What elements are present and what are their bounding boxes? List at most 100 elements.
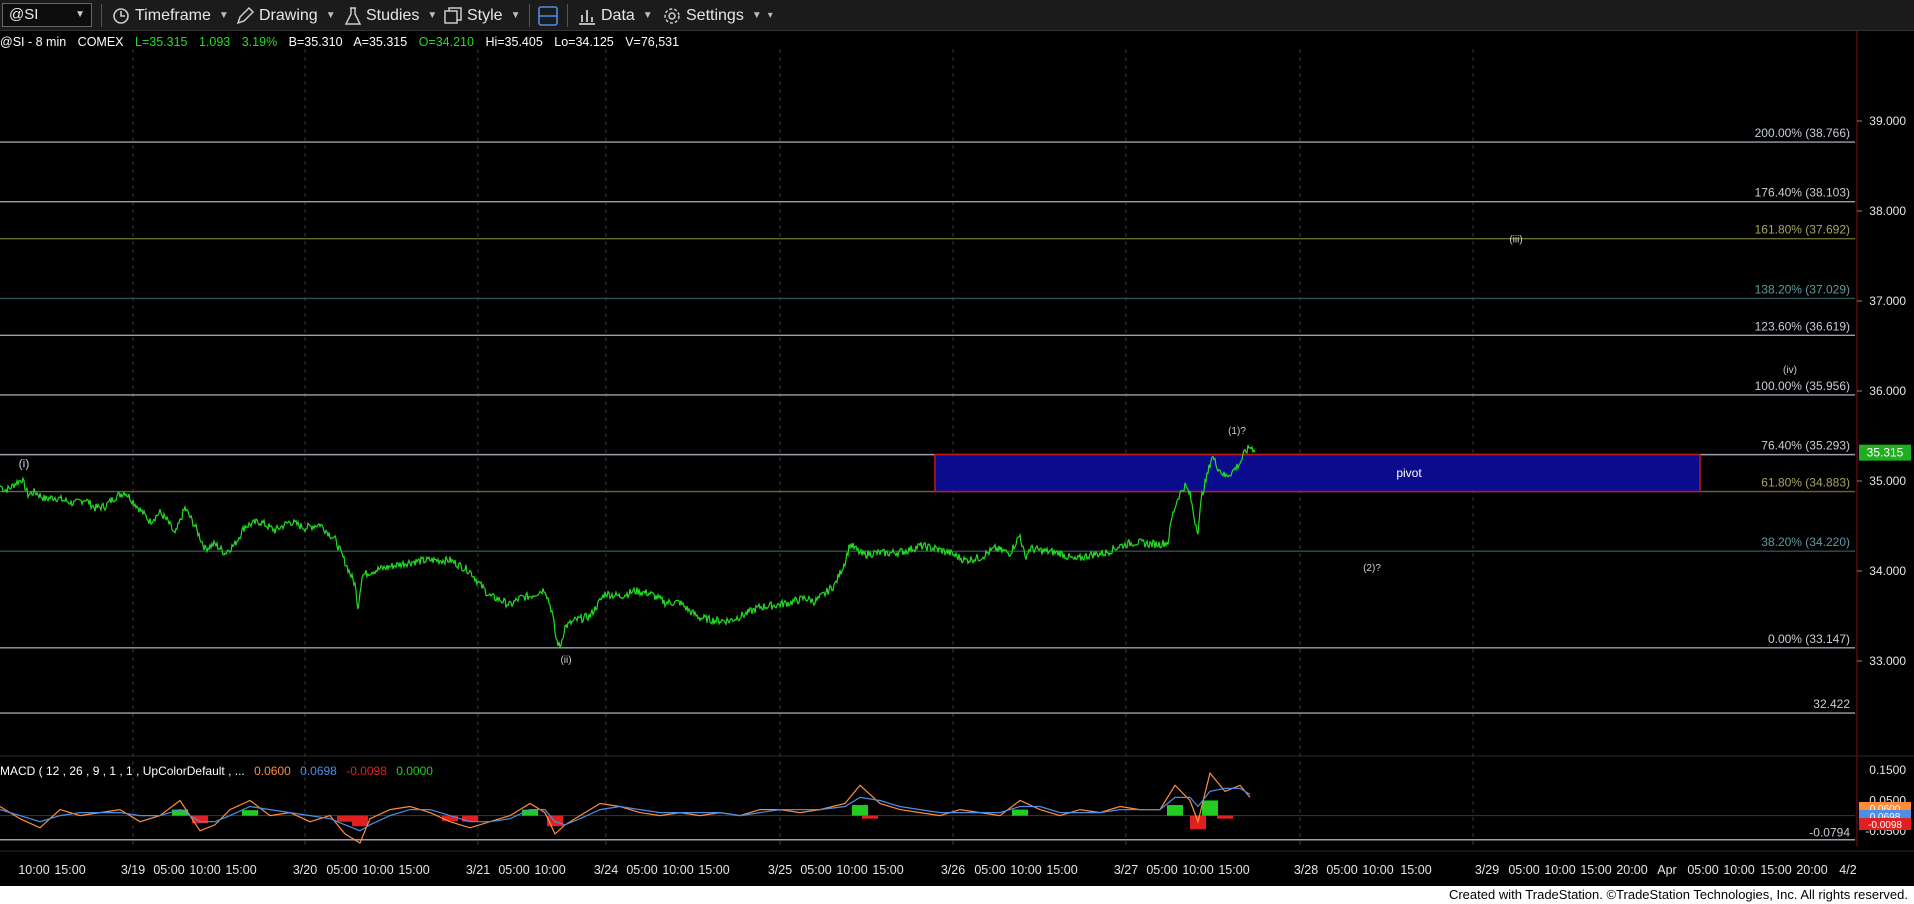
macd-axis-label: 0.1500 (1869, 763, 1906, 777)
overflow-caret-icon: ▾ (767, 10, 773, 21)
histogram-bar (242, 810, 258, 816)
studies-button[interactable]: Studies ▼ (344, 0, 437, 31)
histogram-bar (1167, 805, 1183, 816)
time-label: 05:00 (498, 863, 529, 877)
histogram-bar (862, 815, 878, 819)
zero-value: 0.0000 (396, 764, 433, 778)
flask-icon (344, 6, 362, 25)
histogram-bar (352, 815, 368, 827)
fibonacci-levels: 200.00% (38.766) 176.40% (38.103) 161.80% … (0, 126, 1855, 714)
macd-value-label: -0.0098 (1868, 820, 1902, 831)
wave-labels: (i) (ii) (1)? (2)? (iii) (iv) (19, 235, 1797, 666)
chevron-down-icon: ▼ (325, 10, 336, 21)
symbol-input[interactable]: @SI ▼ (2, 3, 92, 27)
wave-label: (2)? (1363, 563, 1381, 574)
time-label: 15:00 (1046, 863, 1077, 877)
high-price: Hi=35.405 (485, 35, 542, 49)
pencil-icon (236, 6, 255, 24)
time-label: 05:00 (1146, 863, 1177, 877)
time-label: 3/27 (1114, 863, 1138, 877)
histogram-bar (1202, 800, 1218, 816)
time-label: 15:00 (1580, 863, 1611, 877)
timeframe-label: Timeframe (135, 6, 211, 24)
timeframe-button[interactable]: Timeframe ▼ (111, 0, 229, 31)
time-label: 3/24 (594, 863, 618, 877)
axis-label: 38.000 (1869, 204, 1906, 218)
toolbar-separator (529, 4, 530, 27)
open-price: O=34.210 (419, 35, 474, 49)
fib-label: 123.60% (36.619) (1755, 319, 1850, 333)
layout-button[interactable] (537, 0, 563, 31)
style-icon (444, 6, 462, 24)
histogram-bar (442, 815, 458, 822)
time-label: 05:00 (626, 863, 657, 877)
fib-label: 200.00% (38.766) (1755, 126, 1850, 140)
histogram-bar (1217, 815, 1233, 819)
time-label: Apr (1657, 863, 1676, 877)
chevron-down-icon: ▼ (510, 10, 521, 21)
time-label: 15:00 (398, 863, 429, 877)
fib-label: 38.20% (34.220) (1761, 535, 1850, 549)
time-label: 05:00 (974, 863, 1005, 877)
low-price: Lo=34.125 (554, 35, 613, 49)
data-button[interactable]: Data ▼ (577, 0, 653, 31)
pivot-label: pivot (1396, 466, 1422, 480)
pivot-zone: pivot (934, 453, 1701, 493)
settings-label: Settings (686, 6, 744, 24)
macd-value: 0.0600 (254, 764, 291, 778)
time-label: 15:00 (872, 863, 903, 877)
fib-label: 32.422 (1813, 697, 1850, 711)
time-label: 20:00 (1796, 863, 1827, 877)
bid-price: B=35.310 (289, 35, 343, 49)
time-label: 4/2 (1839, 863, 1856, 877)
percent-change: 3.19% (242, 35, 277, 49)
symbol-interval: @SI - 8 min (0, 35, 66, 49)
chevron-down-icon: ▼ (75, 9, 85, 20)
wave-label: (ii) (560, 655, 571, 666)
drawing-button[interactable]: Drawing ▼ (235, 0, 336, 31)
price-chart[interactable]: 200.00% (38.766) 176.40% (38.103) 161.80% … (0, 31, 1914, 886)
time-label: 05:00 (1687, 863, 1718, 877)
fib-label: 161.80% (37.692) (1755, 223, 1850, 237)
toolbar-separator (567, 4, 568, 27)
settings-button[interactable]: Settings ▼ ▾ (662, 0, 773, 31)
time-axis: 10:00 15:00 3/19 05:00 10:00 15:00 3/20 05:00 10… (0, 850, 1914, 877)
time-label: 10:00 (1544, 863, 1575, 877)
footer: Created with TradeStation. ©TradeStation… (0, 886, 1914, 904)
time-label: 15:00 (1400, 863, 1431, 877)
price-axis: 33.000 34.000 35.000 36.000 37.000 38.000 39.0… (1857, 114, 1911, 668)
chevron-down-icon: ▼ (218, 10, 229, 21)
time-label: 15:00 (698, 863, 729, 877)
time-label: 10:00 (189, 863, 220, 877)
axis-label: 34.000 (1869, 564, 1906, 578)
macd-series-signal (0, 787, 1251, 832)
pivot-rect (934, 453, 1701, 493)
drawing-label: Drawing (259, 6, 318, 24)
clock-icon (113, 7, 129, 24)
chevron-down-icon: ▼ (427, 10, 438, 21)
chart-grid (0, 31, 1914, 846)
macd-title: MACD ( 12 , 26 , 9 , 1 , 1 , UpColorDefa… (0, 764, 245, 778)
time-label: 15:00 (54, 863, 85, 877)
axis-label: 36.000 (1869, 384, 1906, 398)
time-label: 10:00 (836, 863, 867, 877)
time-label: 10:00 (1182, 863, 1213, 877)
signal-value: 0.0698 (300, 764, 337, 778)
time-label: 3/28 (1294, 863, 1318, 877)
macd-min-label: -0.0794 (1809, 826, 1850, 840)
axis-label: 37.000 (1869, 294, 1906, 308)
wave-label: (1)? (1228, 426, 1246, 437)
axis-label: 33.000 (1869, 654, 1906, 668)
time-label: 3/20 (293, 863, 317, 877)
fib-label: 0.00% (33.147) (1768, 632, 1850, 646)
fib-label: 100.00% (35.956) (1755, 379, 1850, 393)
fib-label: 76.40% (35.293) (1761, 439, 1850, 453)
style-button[interactable]: Style ▼ (443, 0, 520, 31)
chevron-down-icon: ▼ (642, 10, 653, 21)
fib-label: 176.40% (38.103) (1755, 186, 1850, 200)
histogram-bar (1012, 809, 1028, 816)
wave-label: (i) (19, 457, 30, 471)
time-label: 10:00 (534, 863, 565, 877)
histogram-bar (337, 815, 353, 822)
symbol-value: @SI (9, 6, 39, 23)
